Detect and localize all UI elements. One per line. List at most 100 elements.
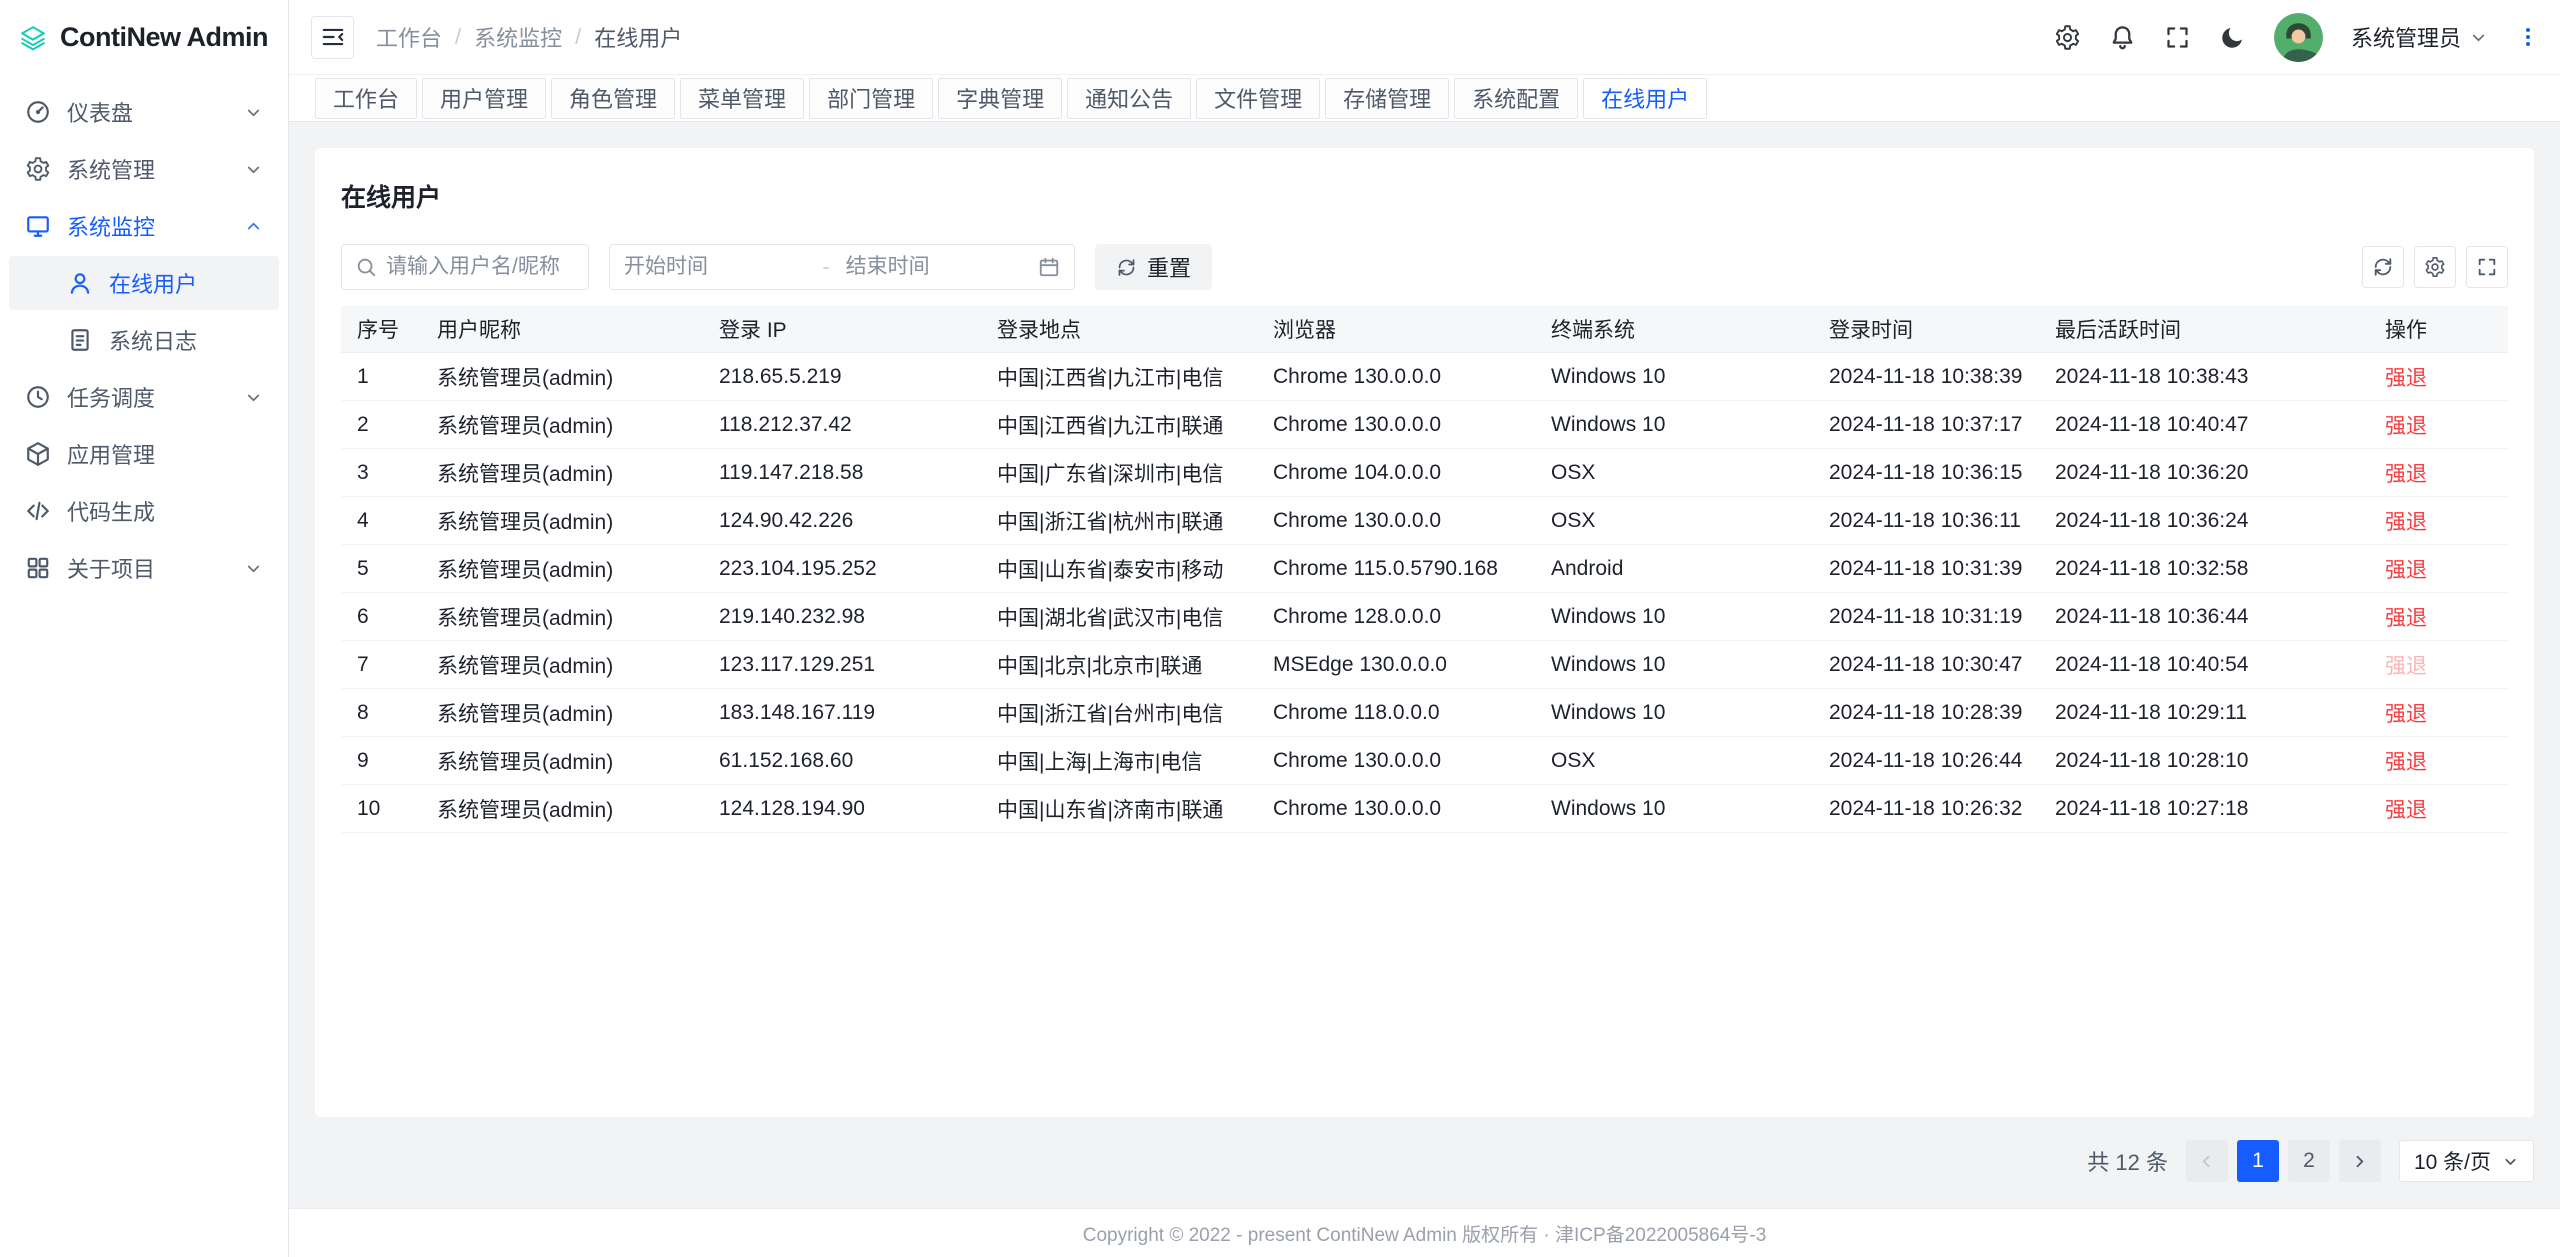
cell-nickname: 系统管理员(admin) [421,497,703,545]
tab[interactable]: 字典管理 [938,78,1062,119]
sidebar-item-dashboard[interactable]: 仪表盘 [9,85,279,139]
sidebar-item-label: 关于项目 [67,552,228,584]
cell-os: OSX [1535,449,1813,497]
cell-login-time: 2024-11-18 10:37:17 [1813,401,2039,449]
tab[interactable]: 工作台 [315,78,417,119]
page-number-button[interactable]: 2 [2288,1140,2330,1182]
force-logout-link[interactable]: 强退 [2385,367,2427,390]
user-avatar[interactable] [2274,13,2323,62]
footer: Copyright © 2022 - present ContiNew Admi… [289,1208,2560,1257]
table-fullscreen-button[interactable] [2466,246,2508,288]
cell-login-time: 2024-11-18 10:36:15 [1813,449,2039,497]
fullscreen-icon [2476,256,2498,278]
cell-last-active: 2024-11-18 10:40:54 [2039,641,2369,689]
fullscreen-icon[interactable] [2164,24,2191,51]
cell-location: 中国|湖北省|武汉市|电信 [981,593,1257,641]
cell-action: 强退 [2369,353,2508,401]
tab[interactable]: 在线用户 [1583,78,1707,119]
sidebar: ContiNew Admin 仪表盘 系统管理 [0,0,289,1257]
cell-last-active: 2024-11-18 10:27:18 [2039,785,2369,833]
next-page-button[interactable] [2339,1140,2381,1182]
end-date-input[interactable] [846,255,1028,279]
table-row: 6 系统管理员(admin) 219.140.232.98 中国|湖北省|武汉市… [341,593,2508,641]
gear-icon [2424,256,2446,278]
sidebar-item-system-logs[interactable]: 系统日志 [9,313,279,367]
cell-location: 中国|广东省|深圳市|电信 [981,449,1257,497]
tab[interactable]: 部门管理 [809,78,933,119]
cell-browser: Chrome 130.0.0.0 [1257,737,1535,785]
cell-login-time: 2024-11-18 10:31:39 [1813,545,2039,593]
force-logout-link[interactable]: 强退 [2385,607,2427,630]
user-menu[interactable]: 系统管理员 [2351,21,2488,53]
cell-login-time: 2024-11-18 10:31:19 [1813,593,2039,641]
sidebar-item-system-monitor[interactable]: 系统监控 [9,199,279,253]
reset-button-label: 重置 [1147,251,1191,283]
tab[interactable]: 菜单管理 [680,78,804,119]
page-number-button[interactable]: 1 [2237,1140,2279,1182]
monitor-icon [25,213,51,239]
chevron-down-icon [244,388,263,407]
cell-os: Windows 10 [1535,641,1813,689]
breadcrumb-item[interactable]: 工作台 [376,21,442,53]
sidebar-item-app-management[interactable]: 应用管理 [9,427,279,481]
chevron-down-icon [244,559,263,578]
sidebar-item-task-scheduler[interactable]: 任务调度 [9,370,279,424]
cell-browser: Chrome 118.0.0.0 [1257,689,1535,737]
tab[interactable]: 文件管理 [1196,78,1320,119]
date-range-picker[interactable]: - [609,244,1075,290]
column-settings-button[interactable] [2414,246,2456,288]
avatar-image [2274,13,2323,62]
cell-login-time: 2024-11-18 10:30:47 [1813,641,2039,689]
tab[interactable]: 角色管理 [551,78,675,119]
settings-gear-icon[interactable] [2054,24,2081,51]
content-area: 在线用户 - [289,122,2560,1208]
sidebar-item-about-project[interactable]: 关于项目 [9,541,279,595]
tab[interactable]: 存储管理 [1325,78,1449,119]
cell-browser: Chrome 130.0.0.0 [1257,401,1535,449]
page-size-select[interactable]: 10 条/页 [2399,1140,2534,1182]
sidebar-item-system-management[interactable]: 系统管理 [9,142,279,196]
cell-browser: Chrome 104.0.0.0 [1257,449,1535,497]
refresh-icon [2372,256,2394,278]
more-options-icon[interactable] [2516,25,2540,49]
app-logo[interactable]: ContiNew Admin [0,0,288,75]
sidebar-item-label: 应用管理 [67,438,263,470]
dark-mode-moon-icon[interactable] [2219,24,2246,51]
calendar-icon [1038,256,1060,278]
user-name: 系统管理员 [2351,21,2461,53]
cell-os: Windows 10 [1535,401,1813,449]
chevron-down-icon [2469,28,2488,47]
force-logout-link[interactable]: 强退 [2385,655,2427,678]
cell-browser: Chrome 130.0.0.0 [1257,785,1535,833]
breadcrumb-item[interactable]: 系统监控 [474,21,562,53]
sidebar-item-code-generator[interactable]: 代码生成 [9,484,279,538]
refresh-table-button[interactable] [2362,246,2404,288]
force-logout-link[interactable]: 强退 [2385,511,2427,534]
cell-ip: 119.147.218.58 [703,449,981,497]
reset-button[interactable]: 重置 [1095,244,1212,290]
force-logout-link[interactable]: 强退 [2385,703,2427,726]
sidebar-item-label: 代码生成 [67,495,263,527]
menu-fold-icon [320,24,346,50]
table-row: 1 系统管理员(admin) 218.65.5.219 中国|江西省|九江市|电… [341,353,2508,401]
sidebar-item-online-users[interactable]: 在线用户 [9,256,279,310]
tab[interactable]: 系统配置 [1454,78,1578,119]
cell-os: OSX [1535,497,1813,545]
cell-os: OSX [1535,737,1813,785]
prev-page-button[interactable] [2186,1140,2228,1182]
notification-bell-icon[interactable] [2109,24,2136,51]
column-header: 登录地点 [981,306,1257,353]
cell-login-time: 2024-11-18 10:28:39 [1813,689,2039,737]
tab[interactable]: 用户管理 [422,78,546,119]
cell-nickname: 系统管理员(admin) [421,401,703,449]
force-logout-link[interactable]: 强退 [2385,463,2427,486]
cell-os: Windows 10 [1535,353,1813,401]
sidebar-collapse-button[interactable] [311,16,354,59]
force-logout-link[interactable]: 强退 [2385,751,2427,774]
search-input[interactable] [386,255,575,279]
force-logout-link[interactable]: 强退 [2385,415,2427,438]
force-logout-link[interactable]: 强退 [2385,559,2427,582]
tab[interactable]: 通知公告 [1067,78,1191,119]
force-logout-link[interactable]: 强退 [2385,799,2427,822]
start-date-input[interactable] [624,255,806,279]
